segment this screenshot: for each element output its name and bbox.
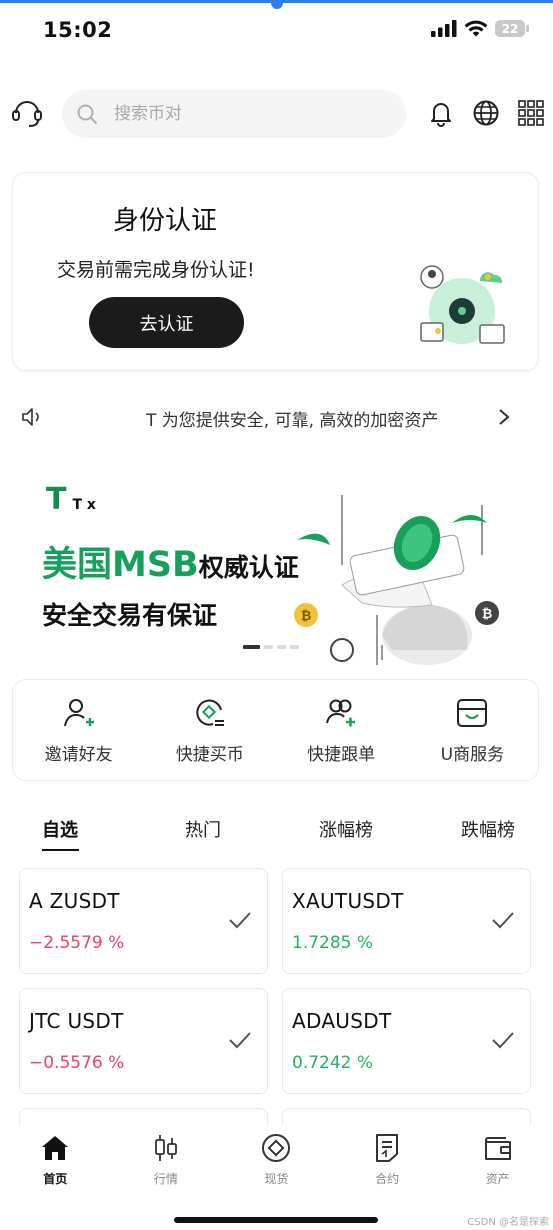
copy-trade-icon [326, 699, 356, 727]
verification-illustration [420, 265, 505, 344]
nav-label: 资产 [485, 1172, 510, 1186]
bell-icon[interactable] [427, 99, 455, 127]
banner-logo-letter: T [46, 482, 67, 517]
globe-icon[interactable] [472, 99, 500, 127]
quick-action-quick-buy[interactable]: 快捷买币 [144, 680, 275, 780]
wallet-icon [484, 1137, 511, 1160]
market-change: −2.5579 % [29, 933, 125, 953]
market-symbol: XAUTUSDT [292, 889, 404, 913]
wifi-icon [464, 20, 488, 37]
quick-action-label: U商服务 [440, 745, 505, 765]
banner-dot[interactable] [290, 645, 299, 649]
nav-market[interactable]: 行情 [111, 1124, 222, 1230]
banner-logo-name: T x [72, 497, 96, 513]
banner-subheadline: 安全交易有保证 [42, 601, 218, 630]
check-icon[interactable] [227, 1027, 253, 1053]
svg-text:₿: ₿ [482, 607, 493, 622]
nav-label: 现货 [264, 1172, 289, 1186]
market-tabs: 自选 热门 涨幅榜 跌幅榜 [0, 816, 553, 856]
tab-hot[interactable]: 热门 [185, 816, 221, 842]
quick-action-label: 邀请好友 [44, 745, 113, 765]
quick-action-invite-friends[interactable]: 邀请好友 [13, 680, 144, 780]
banner-dot[interactable] [264, 645, 273, 649]
nav-label: 行情 [153, 1172, 178, 1186]
go-verify-button[interactable]: 去认证 [89, 297, 244, 348]
top-progress-handle [271, 0, 283, 9]
identity-verification-card: 身份认证 交易前需完成身份认证! 去认证 [12, 172, 539, 371]
contract-icon [376, 1134, 399, 1162]
quick-action-label: 快捷跟单 [307, 745, 376, 765]
market-change: 1.7285 % [292, 933, 374, 953]
search-bar[interactable] [62, 90, 406, 138]
market-symbol: A ZUSDT [29, 889, 120, 913]
quick-action-copy-trade[interactable]: 快捷跟单 [276, 680, 407, 780]
speaker-icon [22, 408, 39, 426]
search-icon [77, 104, 97, 124]
robot-hand-coin-illustration: ₿ ₿ [294, 495, 499, 665]
nav-label: 合约 [375, 1172, 400, 1186]
quick-action-label: 快捷买币 [175, 745, 244, 765]
announcement-text[interactable]: T 为您提供安全, 可靠, 高效的加密资产 [146, 406, 490, 431]
market-symbol: JTC USDT [29, 1009, 124, 1033]
promo-banner[interactable]: T T x 美国MSB权威认证 安全交易有保证 ₿ ₿ [0, 470, 553, 670]
banner-pagination [243, 645, 299, 649]
battery-indicator: 22 [495, 20, 529, 37]
tab-losers[interactable]: 跌幅榜 [461, 816, 515, 842]
market-card[interactable]: JTC USDT −0.5576 % [19, 988, 268, 1094]
market-card[interactable]: XAUTUSDT 1.7285 % [282, 868, 531, 974]
tab-favorites[interactable]: 自选 [42, 816, 78, 842]
home-indicator [174, 1217, 378, 1223]
tab-gainers[interactable]: 涨幅榜 [319, 816, 373, 842]
quick-buy-icon [196, 699, 224, 726]
market-card[interactable]: A ZUSDT −2.5579 % [19, 868, 268, 974]
watermark: CSDN @名是探索 [467, 1217, 549, 1228]
chevron-right-icon[interactable] [496, 407, 512, 427]
signal-icon [431, 20, 457, 37]
search-input[interactable] [112, 103, 366, 125]
market-symbol: ADAUSDT [292, 1009, 392, 1033]
nav-contract[interactable]: 合约 [332, 1124, 443, 1230]
verify-description: 交易前需完成身份认证! [57, 259, 255, 281]
banner-headline: 美国MSB权威认证 [42, 536, 299, 587]
active-tab-indicator [42, 849, 79, 851]
banner-dot[interactable] [277, 645, 286, 649]
check-icon[interactable] [227, 907, 253, 933]
check-icon[interactable] [490, 1027, 516, 1053]
nav-home[interactable]: 首页 [0, 1124, 111, 1230]
nav-label: 首页 [43, 1172, 68, 1186]
market-card[interactable]: ADAUSDT 0.7242 % [282, 988, 531, 1094]
spot-icon [262, 1134, 291, 1162]
quick-action-merchant-service[interactable]: U商服务 [407, 680, 538, 780]
svg-text:₿: ₿ [301, 609, 312, 624]
market-change: −0.5576 % [29, 1053, 125, 1073]
app-grid-icon[interactable] [517, 99, 545, 127]
verify-title: 身份认证 [113, 206, 218, 236]
check-icon[interactable] [490, 907, 516, 933]
market-change: 0.7242 % [292, 1053, 374, 1073]
banner-logo: T T x [46, 482, 96, 517]
banner-headline-green: 美国MSB [42, 545, 199, 585]
merchant-icon [457, 699, 488, 727]
invite-user-icon [63, 699, 94, 727]
status-time: 15:02 [43, 18, 113, 42]
status-icons: 22 [431, 20, 529, 37]
quick-actions-card: 邀请好友 快捷买币 快捷跟单 U商服务 [12, 679, 539, 781]
home-icon [42, 1136, 69, 1160]
customer-service-icon[interactable] [10, 96, 44, 130]
banner-dot[interactable] [243, 645, 260, 649]
candlestick-icon [154, 1135, 177, 1161]
nav-spot[interactable]: 现货 [221, 1124, 332, 1230]
